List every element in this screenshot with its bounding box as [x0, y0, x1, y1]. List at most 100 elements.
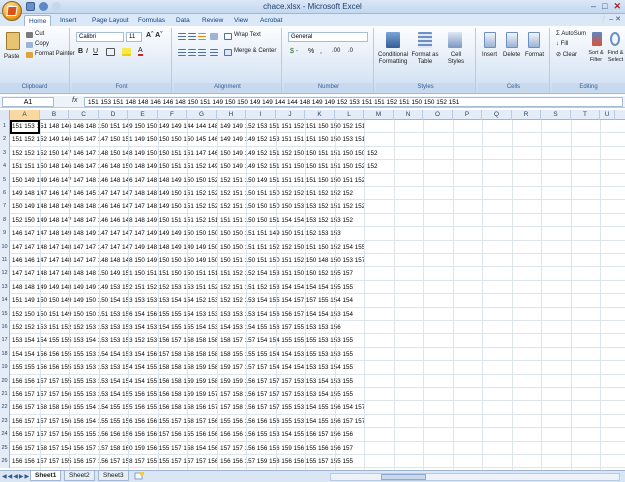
- cell-text[interactable]: 151 151 150 148 146 146 147 146 148 150 …: [12, 160, 378, 173]
- cell-text[interactable]: 156 156 157 157 155 155 153 153 154 154 …: [12, 375, 353, 388]
- delete-cells-button[interactable]: Delete: [503, 52, 520, 58]
- worksheet-grid[interactable]: 1 151 153 151 148 146 146 148 150 151 149…: [0, 120, 625, 470]
- close-icon[interactable]: ✕: [613, 1, 621, 12]
- row-header[interactable]: 5: [0, 173, 10, 187]
- row-header[interactable]: 20: [0, 374, 10, 388]
- cell-text[interactable]: 152 150 149 148 147 148 147 146 146 148 …: [12, 214, 353, 227]
- cell-text[interactable]: 153 154 154 155 155 153 154 153 153 153 …: [12, 334, 353, 347]
- column-header-m[interactable]: M: [364, 110, 394, 120]
- maximize-icon[interactable]: □: [602, 1, 607, 12]
- cell-text[interactable]: 152 152 152 150 147 146 147 148 150 148 …: [12, 147, 378, 160]
- fill-color-icon[interactable]: [122, 48, 131, 56]
- row-header[interactable]: 14: [0, 294, 10, 308]
- find-select-button[interactable]: Find & Select: [606, 50, 625, 64]
- cell-text[interactable]: 156 157 158 157 154 156 157 157 158 160 …: [12, 442, 353, 455]
- cell-styles-button[interactable]: Cell Styles: [442, 52, 470, 66]
- paste-button[interactable]: Paste: [4, 54, 19, 60]
- column-header-p[interactable]: P: [453, 110, 482, 120]
- align-right-icon[interactable]: [198, 49, 206, 56]
- row-header[interactable]: 4: [0, 160, 10, 174]
- scrollbar-thumb[interactable]: [381, 474, 426, 480]
- fx-icon[interactable]: fx: [72, 97, 77, 104]
- sheet-nav-arrows-icon[interactable]: ◀◀◀▶▶: [2, 473, 30, 480]
- cell-text[interactable]: 156 157 157 157 156 155 155 156 156 156 …: [12, 428, 353, 441]
- tab-home[interactable]: Home: [24, 15, 52, 26]
- italic-icon[interactable]: I: [86, 48, 88, 55]
- sheet-tab-3[interactable]: Sheet3: [98, 471, 129, 481]
- row-header[interactable]: 12: [0, 267, 10, 281]
- column-header-n[interactable]: N: [394, 110, 423, 120]
- row-header[interactable]: 6: [0, 187, 10, 201]
- name-box[interactable]: A1: [2, 97, 54, 107]
- conditional-formatting-button[interactable]: Conditional Formatting: [376, 52, 410, 66]
- cell-text[interactable]: 156 157 157 157 156 155 153 153 154 155 …: [12, 388, 353, 401]
- tab-page-layout[interactable]: Page Layout: [88, 15, 133, 26]
- format-cells-button[interactable]: Format: [525, 52, 544, 58]
- row-header[interactable]: 10: [0, 240, 10, 254]
- row-header[interactable]: 11: [0, 254, 10, 268]
- tab-formulas[interactable]: Formulas: [134, 15, 169, 26]
- cut-button[interactable]: Cut: [35, 31, 44, 37]
- row-header[interactable]: 22: [0, 401, 10, 415]
- merge-center-button[interactable]: Merge & Center: [234, 48, 276, 54]
- orientation-icon[interactable]: [210, 33, 218, 40]
- cell-text[interactable]: 150 149 148 148 149 148 148 146 146 147 …: [12, 200, 365, 213]
- column-header-o[interactable]: O: [423, 110, 453, 120]
- currency-icon[interactable]: $ -: [290, 48, 298, 55]
- align-middle-icon[interactable]: [188, 33, 196, 40]
- indent-icon[interactable]: [210, 49, 218, 56]
- format-table-button[interactable]: Format as Table: [410, 52, 440, 66]
- sort-filter-button[interactable]: Sort & Filter: [586, 50, 606, 64]
- column-header-q[interactable]: Q: [482, 110, 512, 120]
- sheet-tab-2[interactable]: Sheet2: [64, 471, 95, 481]
- column-header-t[interactable]: T: [571, 110, 600, 120]
- font-name-select[interactable]: Calibri: [76, 32, 124, 42]
- row-header[interactable]: 26: [0, 455, 10, 469]
- cell-text[interactable]: 154 154 156 156 155 155 153 154 154 153 …: [12, 348, 353, 361]
- tab-review[interactable]: Review: [198, 15, 227, 26]
- horizontal-scrollbar[interactable]: [330, 473, 620, 481]
- cell-text[interactable]: 156 157 158 158 156 155 154 154 155 155 …: [12, 401, 365, 414]
- row-header[interactable]: 25: [0, 441, 10, 455]
- column-header-f[interactable]: F: [158, 110, 187, 120]
- column-header-e[interactable]: E: [128, 110, 158, 120]
- align-bottom-icon[interactable]: [198, 33, 206, 40]
- column-header-i[interactable]: I: [246, 110, 276, 120]
- cell-text[interactable]: 151 152 152 149 146 145 147 147 150 151 …: [12, 133, 365, 146]
- cell-text[interactable]: 149 148 147 146 147 146 145 147 147 147 …: [12, 187, 353, 200]
- paste-icon[interactable]: [6, 32, 20, 50]
- column-header-r[interactable]: R: [512, 110, 541, 120]
- cell-text[interactable]: 146 147 147 148 149 148 149 147 147 147 …: [12, 227, 341, 240]
- fill-button[interactable]: ↓ Fill: [556, 41, 568, 47]
- insert-sheet-icon[interactable]: [134, 472, 144, 480]
- cell-text[interactable]: 152 152 153 151 152 152 153 153 153 153 …: [12, 321, 341, 334]
- row-header[interactable]: 19: [0, 361, 10, 375]
- row-header[interactable]: 16: [0, 321, 10, 335]
- autosum-button[interactable]: Σ AutoSum: [556, 31, 586, 37]
- row-header[interactable]: 21: [0, 388, 10, 402]
- column-header-a[interactable]: A: [10, 110, 40, 120]
- comma-icon[interactable]: ,: [320, 48, 322, 55]
- column-header-h[interactable]: H: [217, 110, 246, 120]
- select-all-corner[interactable]: [0, 110, 10, 120]
- row-header[interactable]: 24: [0, 428, 10, 442]
- row-header[interactable]: 7: [0, 200, 10, 214]
- border-icon[interactable]: [106, 48, 115, 56]
- cell-text[interactable]: 151 153 151 148 146 146 148 150 151 149 …: [12, 120, 365, 133]
- minimize-icon[interactable]: –: [591, 1, 596, 12]
- bold-icon[interactable]: B: [78, 48, 83, 55]
- copy-button[interactable]: Copy: [35, 41, 49, 47]
- cell-text[interactable]: 147 147 148 147 148 148 148 150 149 151 …: [12, 267, 353, 280]
- row-header[interactable]: 2: [0, 133, 10, 147]
- formula-input[interactable]: 151 153 151 148 148 146 146 148 150 151 …: [84, 97, 623, 107]
- cell-text[interactable]: 156 156 157 157 155 156 157 156 157 158 …: [12, 455, 353, 468]
- format-painter-button[interactable]: Format Painter: [35, 51, 75, 57]
- cell-text[interactable]: 146 146 147 147 148 147 147 148 148 148 …: [12, 254, 365, 267]
- column-header-c[interactable]: C: [69, 110, 99, 120]
- row-header[interactable]: 8: [0, 213, 10, 228]
- insert-cells-button[interactable]: Insert: [482, 52, 497, 58]
- column-header-s[interactable]: S: [541, 110, 571, 120]
- row-header[interactable]: 9: [0, 227, 10, 241]
- tab-insert[interactable]: Insert: [56, 15, 80, 26]
- underline-icon[interactable]: U: [93, 48, 98, 55]
